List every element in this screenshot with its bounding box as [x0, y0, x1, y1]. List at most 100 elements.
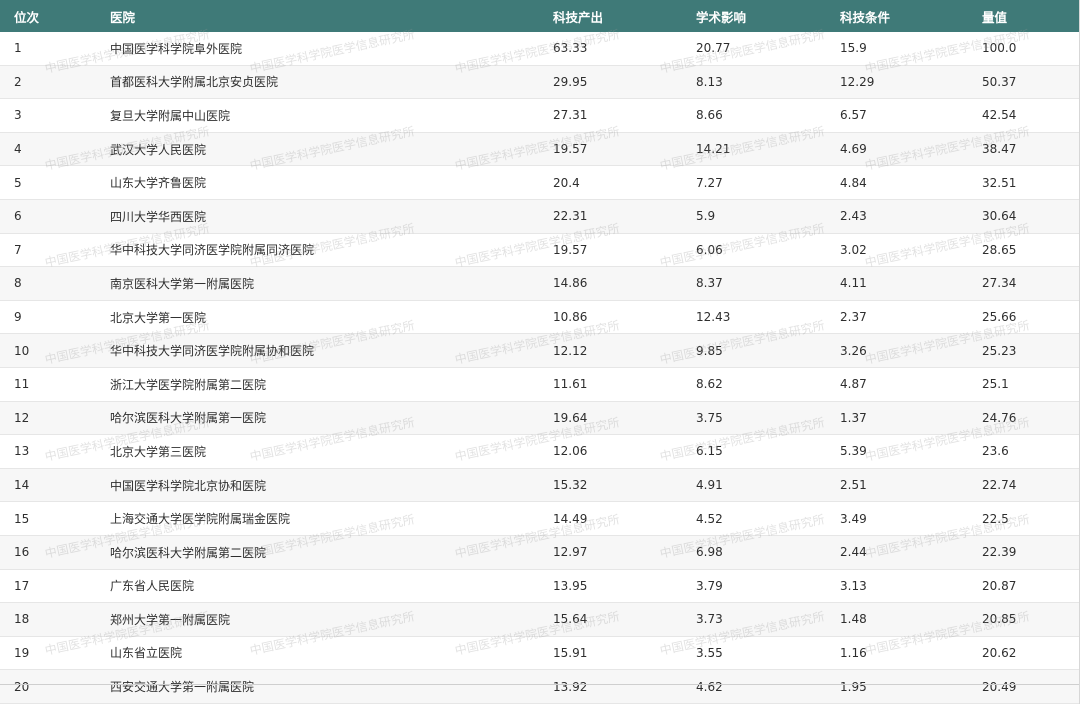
- cell-output: 10.86: [553, 310, 588, 325]
- cell-academic: 7.27: [696, 175, 723, 190]
- cell-output: 63.33: [553, 41, 588, 56]
- column-header-conditions[interactable]: 科技条件: [840, 0, 890, 32]
- cell-conditions: 1.48: [840, 612, 867, 627]
- cell-output: 19.57: [553, 242, 588, 257]
- cell-conditions: 3.13: [840, 578, 867, 593]
- table-row[interactable]: 2 首都医科大学附属北京安贞医院 29.95 8.13 12.29 50.37: [0, 65, 1079, 100]
- table-row[interactable]: 4 武汉大学人民医院 19.57 14.21 4.69 38.47: [0, 132, 1079, 167]
- cell-hospital: 武汉大学人民医院: [110, 142, 207, 157]
- cell-conditions: 4.84: [840, 175, 867, 190]
- table-row[interactable]: 17 广东省人民医院 13.95 3.79 3.13 20.87: [0, 570, 1079, 604]
- cell-academic: 8.13: [696, 74, 723, 89]
- cell-rank: 20: [14, 679, 30, 694]
- cell-conditions: 4.11: [840, 276, 867, 291]
- hospital-ranking-table: 位次 医院 科技产出 学术影响 科技条件 量值 1 中国医学科学院阜外医院 63.3…: [0, 0, 1080, 704]
- cell-output: 27.31: [553, 108, 588, 123]
- cell-rank: 2: [14, 74, 22, 89]
- cell-hospital: 首都医科大学附属北京安贞医院: [110, 75, 279, 90]
- cell-score: 27.34: [982, 276, 1017, 291]
- cell-rank: 16: [14, 545, 30, 560]
- cell-output: 15.32: [553, 478, 588, 493]
- column-header-rank[interactable]: 位次: [14, 0, 39, 32]
- cell-output: 19.64: [553, 410, 588, 425]
- cell-score: 38.47: [982, 142, 1017, 157]
- cell-conditions: 4.69: [840, 142, 867, 157]
- cell-score: 25.1: [982, 377, 1009, 392]
- cell-rank: 7: [14, 242, 22, 257]
- table-row[interactable]: 7 华中科技大学同济医学院附属同济医院 19.57 6.06 3.02 28.65: [0, 234, 1079, 268]
- column-header-score[interactable]: 量值: [982, 0, 1007, 32]
- cell-academic: 3.79: [696, 578, 723, 593]
- cell-academic: 6.98: [696, 545, 723, 560]
- cell-hospital: 哈尔滨医科大学附属第一医院: [110, 411, 267, 426]
- column-header-output[interactable]: 科技产出: [553, 0, 603, 32]
- cell-score: 20.87: [982, 578, 1017, 593]
- cell-score: 23.6: [982, 444, 1009, 459]
- cell-conditions: 12.29: [840, 74, 875, 89]
- column-header-hospital[interactable]: 医院: [110, 0, 135, 32]
- cell-rank: 11: [14, 377, 30, 392]
- cell-output: 19.57: [553, 142, 588, 157]
- cell-hospital: 山东大学齐鲁医院: [110, 176, 207, 191]
- cell-academic: 20.77: [696, 41, 731, 56]
- cell-academic: 3.55: [696, 645, 723, 660]
- cell-score: 100.0: [982, 41, 1017, 56]
- cell-rank: 5: [14, 175, 22, 190]
- cell-rank: 1: [14, 41, 22, 56]
- table-row[interactable]: 18 郑州大学第一附属医院 15.64 3.73 1.48 20.85: [0, 603, 1079, 637]
- table-row[interactable]: 1 中国医学科学院阜外医院 63.33 20.77 15.9 100.0: [0, 32, 1079, 66]
- table-row[interactable]: 16 哈尔滨医科大学附属第二医院 12.97 6.98 2.44 22.39: [0, 535, 1079, 570]
- cell-rank: 15: [14, 511, 30, 526]
- table-row[interactable]: 12 哈尔滨医科大学附属第一医院 19.64 3.75 1.37 24.76: [0, 401, 1079, 436]
- cell-hospital: 北京大学第一医院: [110, 310, 207, 325]
- cell-output: 22.31: [553, 209, 588, 224]
- cell-output: 13.95: [553, 578, 588, 593]
- cell-conditions: 5.39: [840, 444, 867, 459]
- cell-output: 12.97: [553, 545, 588, 560]
- table-row[interactable]: 20 西安交通大学第一附属医院 13.92 4.62 1.95 20.49: [0, 670, 1079, 704]
- cell-conditions: 1.16: [840, 645, 867, 660]
- table-row[interactable]: 9 北京大学第一医院 10.86 12.43 2.37 25.66: [0, 301, 1079, 335]
- cell-score: 22.74: [982, 478, 1017, 493]
- cell-hospital: 华中科技大学同济医学院附属同济医院: [110, 243, 315, 258]
- table-row[interactable]: 3 复旦大学附属中山医院 27.31 8.66 6.57 42.54: [0, 99, 1079, 133]
- table-header: 位次 医院 科技产出 学术影响 科技条件 量值: [0, 0, 1079, 32]
- cell-score: 20.62: [982, 645, 1017, 660]
- cell-academic: 9.85: [696, 343, 723, 358]
- cell-rank: 19: [14, 645, 30, 660]
- cell-output: 15.64: [553, 612, 588, 627]
- cell-score: 24.76: [982, 410, 1017, 425]
- table-row[interactable]: 13 北京大学第三医院 12.06 6.15 5.39 23.6: [0, 435, 1079, 469]
- cell-hospital: 浙江大学医学院附属第二医院: [110, 377, 267, 392]
- table-row[interactable]: 19 山东省立医院 15.91 3.55 1.16 20.62: [0, 637, 1079, 671]
- cell-rank: 8: [14, 276, 22, 291]
- cell-conditions: 2.44: [840, 545, 867, 560]
- table-row[interactable]: 8 南京医科大学第一附属医院 14.86 8.37 4.11 27.34: [0, 267, 1079, 301]
- cell-rank: 12: [14, 410, 30, 425]
- cell-academic: 3.73: [696, 612, 723, 627]
- cell-conditions: 1.95: [840, 679, 867, 694]
- cell-hospital: 南京医科大学第一附属医院: [110, 276, 255, 291]
- cell-conditions: 1.37: [840, 410, 867, 425]
- table-row[interactable]: 14 中国医学科学院北京协和医院 15.32 4.91 2.51 22.74: [0, 468, 1079, 503]
- cell-academic: 4.91: [696, 478, 723, 493]
- cell-conditions: 3.02: [840, 242, 867, 257]
- cell-hospital: 中国医学科学院北京协和医院: [110, 478, 267, 493]
- cell-output: 13.92: [553, 679, 588, 694]
- table-row[interactable]: 5 山东大学齐鲁医院 20.4 7.27 4.84 32.51: [0, 166, 1079, 200]
- table-row[interactable]: 10 华中科技大学同济医学院附属协和医院 12.12 9.85 3.26 25.23: [0, 334, 1079, 368]
- table-row[interactable]: 11 浙江大学医学院附属第二医院 11.61 8.62 4.87 25.1: [0, 368, 1079, 402]
- cell-academic: 8.62: [696, 377, 723, 392]
- cell-score: 25.23: [982, 343, 1017, 358]
- cell-conditions: 15.9: [840, 41, 867, 56]
- table-bottom-border: [0, 684, 1079, 685]
- cell-score: 22.39: [982, 545, 1017, 560]
- column-header-academic[interactable]: 学术影响: [696, 0, 746, 32]
- cell-output: 11.61: [553, 377, 588, 392]
- cell-output: 29.95: [553, 74, 588, 89]
- table-row[interactable]: 15 上海交通大学医学院附属瑞金医院 14.49 4.52 3.49 22.5: [0, 502, 1079, 536]
- table-row[interactable]: 6 四川大学华西医院 22.31 5.9 2.43 30.64: [0, 199, 1079, 234]
- cell-output: 14.49: [553, 511, 588, 526]
- cell-academic: 14.21: [696, 142, 731, 157]
- cell-score: 25.66: [982, 310, 1017, 325]
